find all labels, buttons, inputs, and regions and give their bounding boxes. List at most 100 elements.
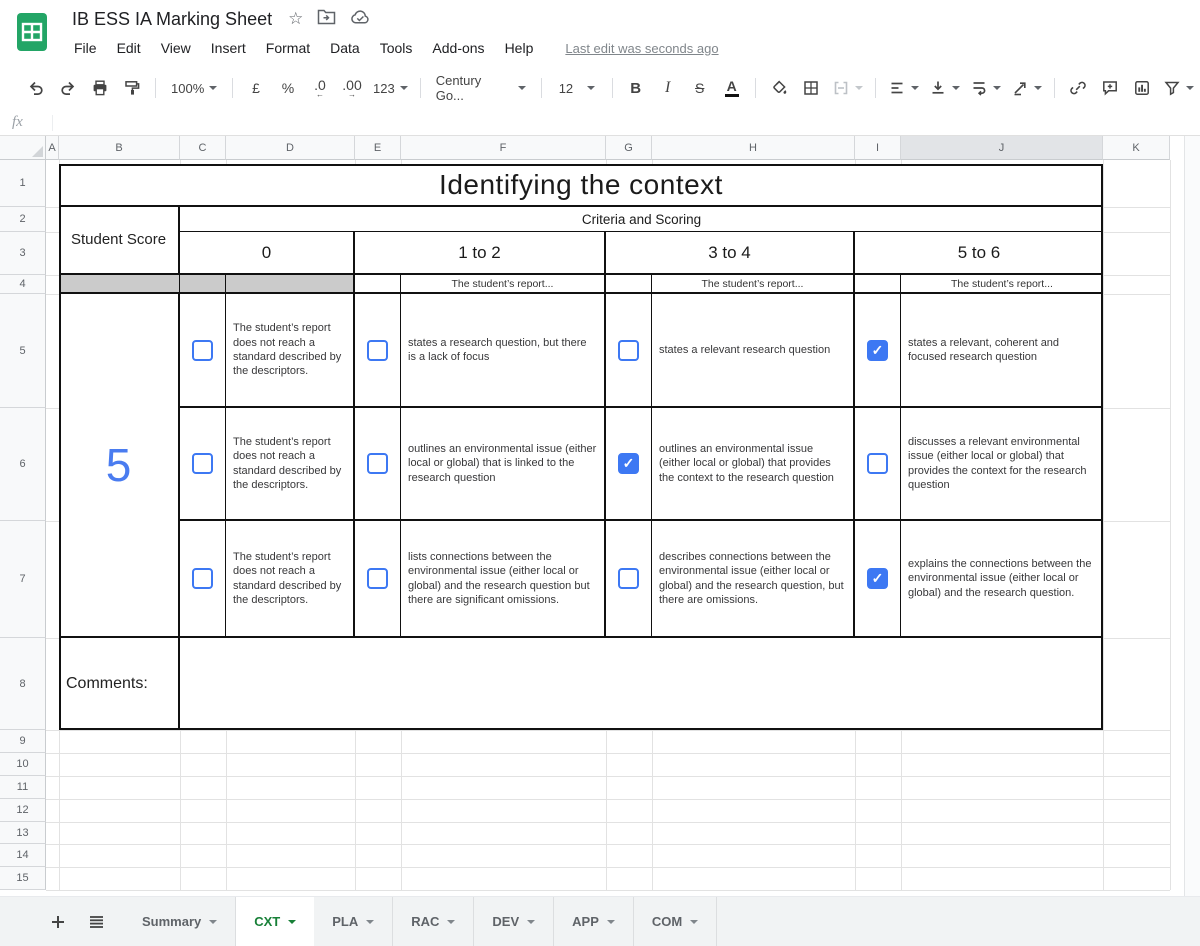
- last-edit-link[interactable]: Last edit was seconds ago: [565, 41, 718, 56]
- empty-cell[interactable]: [855, 275, 901, 294]
- criterion-text-cell[interactable]: describes connections between the enviro…: [652, 521, 855, 638]
- column-header-f[interactable]: F: [401, 136, 606, 160]
- add-sheet-button[interactable]: [44, 908, 72, 936]
- formula-bar[interactable]: fx: [0, 110, 1200, 136]
- menu-edit[interactable]: Edit: [107, 38, 151, 58]
- rubric-title-cell[interactable]: Identifying the context: [59, 164, 1103, 207]
- row-header-3[interactable]: 3: [0, 232, 46, 275]
- number-format-button[interactable]: 123: [370, 74, 411, 102]
- checkbox-cell[interactable]: ✓: [855, 521, 901, 638]
- tab-com[interactable]: COM: [634, 897, 717, 946]
- checkbox-cell[interactable]: [606, 294, 652, 408]
- band-1to2-header-cell[interactable]: 1 to 2: [355, 232, 606, 275]
- text-wrap-button[interactable]: [967, 74, 1004, 102]
- column-header-j-selected[interactable]: J: [901, 136, 1103, 160]
- all-sheets-button[interactable]: [82, 908, 110, 936]
- row-header-8[interactable]: 8: [0, 638, 46, 730]
- checkbox[interactable]: [618, 568, 639, 589]
- criterion-text-cell[interactable]: The student’s report does not reach a st…: [226, 408, 355, 521]
- checkbox-cell[interactable]: [355, 408, 401, 521]
- row-header-14[interactable]: 14: [0, 844, 46, 867]
- comments-input-cell[interactable]: [180, 638, 1103, 730]
- insert-comment-button[interactable]: [1096, 74, 1124, 102]
- checkbox[interactable]: [867, 453, 888, 474]
- star-icon[interactable]: ☆: [288, 9, 303, 29]
- checkbox-cell[interactable]: [180, 521, 226, 638]
- tab-cxt-active[interactable]: CXT: [236, 897, 314, 946]
- menu-insert[interactable]: Insert: [201, 38, 256, 58]
- bold-button[interactable]: B: [622, 74, 650, 102]
- menu-file[interactable]: File: [72, 38, 107, 58]
- row-header-15[interactable]: 15: [0, 867, 46, 890]
- column-header-b[interactable]: B: [59, 136, 180, 160]
- row-header-5[interactable]: 5: [0, 294, 46, 408]
- band-5to6-header-cell[interactable]: 5 to 6: [855, 232, 1103, 275]
- column-header-g[interactable]: G: [606, 136, 652, 160]
- row-header-9[interactable]: 9: [0, 730, 46, 753]
- borders-button[interactable]: [797, 74, 825, 102]
- checkbox-cell[interactable]: [355, 521, 401, 638]
- checkbox-cell[interactable]: [180, 294, 226, 408]
- row-header-12[interactable]: 12: [0, 799, 46, 822]
- criterion-text-cell[interactable]: outlines an environmental issue (either …: [652, 408, 855, 521]
- zoom-select[interactable]: 100%: [165, 74, 223, 102]
- italic-button[interactable]: I: [654, 74, 682, 102]
- checkbox[interactable]: [618, 340, 639, 361]
- criteria-scoring-header-cell[interactable]: Criteria and Scoring: [180, 207, 1103, 232]
- criterion-text-cell[interactable]: states a relevant research question: [652, 294, 855, 408]
- checkbox-cell[interactable]: [180, 408, 226, 521]
- empty-cell[interactable]: [355, 275, 401, 294]
- menu-view[interactable]: View: [151, 38, 201, 58]
- undo-button[interactable]: [22, 74, 50, 102]
- checkbox[interactable]: [192, 453, 213, 474]
- tab-pla[interactable]: PLA: [314, 897, 393, 946]
- menu-data[interactable]: Data: [320, 38, 370, 58]
- checkbox-cell[interactable]: [355, 294, 401, 408]
- increase-decimal-button[interactable]: .00→: [338, 74, 366, 102]
- band-3to4-header-cell[interactable]: 3 to 4: [606, 232, 855, 275]
- checkbox-cell[interactable]: ✓: [606, 408, 652, 521]
- gray-cell[interactable]: [226, 275, 355, 294]
- checkbox-cell[interactable]: ✓: [855, 294, 901, 408]
- strikethrough-button[interactable]: S: [686, 74, 714, 102]
- print-button[interactable]: [86, 74, 114, 102]
- gray-cell[interactable]: [59, 275, 180, 294]
- checkbox[interactable]: [367, 340, 388, 361]
- checkbox[interactable]: ✓: [867, 340, 888, 361]
- row-header-4[interactable]: 4: [0, 275, 46, 294]
- text-color-button[interactable]: A: [718, 74, 746, 102]
- row-header-7[interactable]: 7: [0, 521, 46, 638]
- insert-chart-button[interactable]: [1128, 74, 1156, 102]
- checkbox[interactable]: [192, 340, 213, 361]
- criterion-text-cell[interactable]: lists connections between the environmen…: [401, 521, 606, 638]
- tab-dev[interactable]: DEV: [474, 897, 554, 946]
- menu-format[interactable]: Format: [256, 38, 320, 58]
- format-currency-button[interactable]: £: [242, 74, 270, 102]
- tab-summary[interactable]: Summary: [124, 897, 236, 946]
- row-header-10[interactable]: 10: [0, 753, 46, 776]
- report-intro-cell[interactable]: The student’s report...: [401, 275, 606, 294]
- filter-button[interactable]: [1160, 74, 1197, 102]
- criterion-text-cell[interactable]: states a research question, but there is…: [401, 294, 606, 408]
- spreadsheet-canvas[interactable]: Identifying the context Student Score Cr…: [46, 160, 1184, 896]
- sheets-logo-icon[interactable]: [13, 10, 51, 54]
- criterion-text-cell[interactable]: The student’s report does not reach a st…: [226, 294, 355, 408]
- student-score-value-cell[interactable]: 5: [59, 294, 180, 638]
- fill-color-button[interactable]: [765, 74, 793, 102]
- tab-app[interactable]: APP: [554, 897, 634, 946]
- checkbox[interactable]: [367, 568, 388, 589]
- checkbox-cell[interactable]: [855, 408, 901, 521]
- menu-help[interactable]: Help: [495, 38, 544, 58]
- vertical-scrollbar[interactable]: [1184, 136, 1200, 896]
- report-intro-cell[interactable]: The student’s report...: [652, 275, 855, 294]
- row-header-1[interactable]: 1: [0, 160, 46, 207]
- redo-button[interactable]: [54, 74, 82, 102]
- format-percent-button[interactable]: %: [274, 74, 302, 102]
- column-header-i[interactable]: I: [855, 136, 901, 160]
- criterion-text-cell[interactable]: explains the connections between the env…: [901, 521, 1103, 638]
- select-all-corner[interactable]: [0, 136, 46, 160]
- student-score-header-cell[interactable]: Student Score: [59, 207, 180, 275]
- checkbox-cell[interactable]: [606, 521, 652, 638]
- criterion-text-cell[interactable]: outlines an environmental issue (either …: [401, 408, 606, 521]
- font-size-select[interactable]: 12: [551, 74, 603, 102]
